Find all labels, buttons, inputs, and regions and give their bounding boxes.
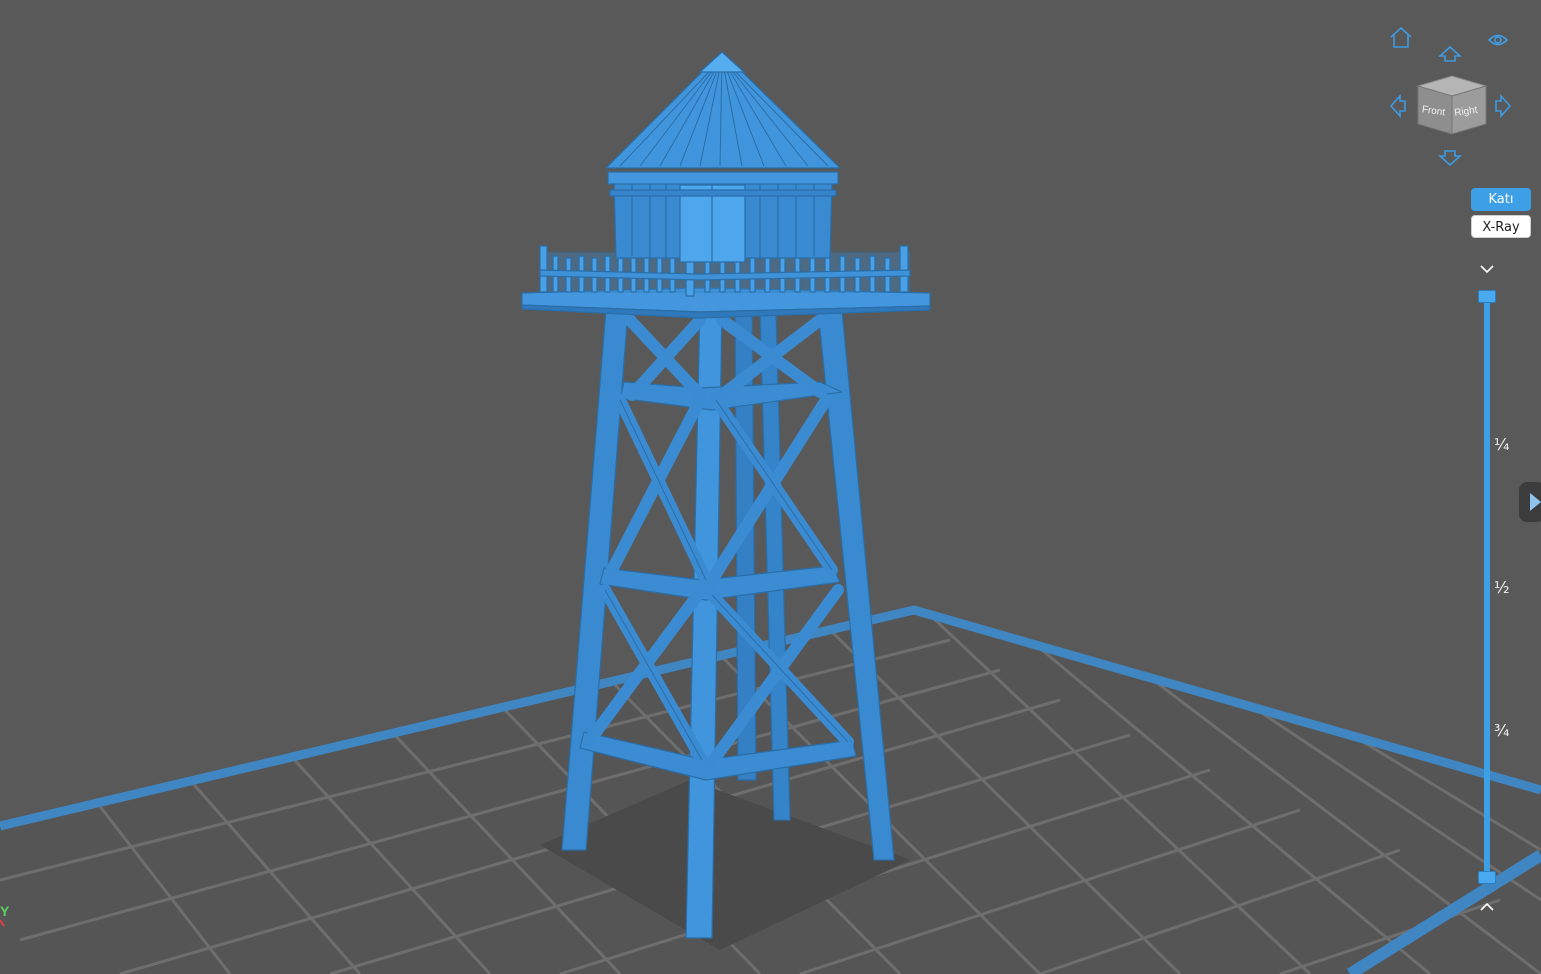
chevron-down-icon[interactable] bbox=[1480, 265, 1494, 274]
layer-slider-upper-handle[interactable] bbox=[1478, 290, 1496, 303]
eye-icon[interactable] bbox=[1487, 34, 1509, 46]
xray-mode-button[interactable]: X-Ray bbox=[1471, 215, 1531, 238]
slider-tick-quarter: ¼ bbox=[1494, 435, 1510, 454]
layer-slider-track[interactable] bbox=[1484, 296, 1490, 878]
slider-tick-three-quarter: ¾ bbox=[1494, 721, 1510, 740]
slider-tick-half: ½ bbox=[1494, 578, 1510, 597]
arrow-down-icon[interactable] bbox=[1437, 150, 1463, 167]
axis-y-label: Y bbox=[0, 903, 10, 919]
view-cube[interactable]: Front Right bbox=[1416, 75, 1488, 135]
home-icon[interactable] bbox=[1390, 26, 1412, 48]
arrow-left-icon[interactable] bbox=[1389, 93, 1406, 119]
3d-viewport[interactable]: Front Right bbox=[0, 0, 1541, 974]
arrow-right-icon[interactable] bbox=[1495, 93, 1512, 119]
solid-mode-button[interactable]: Katı bbox=[1471, 188, 1531, 211]
layer-slider-lower-handle[interactable] bbox=[1478, 871, 1496, 884]
arrow-up-icon[interactable] bbox=[1437, 45, 1463, 62]
